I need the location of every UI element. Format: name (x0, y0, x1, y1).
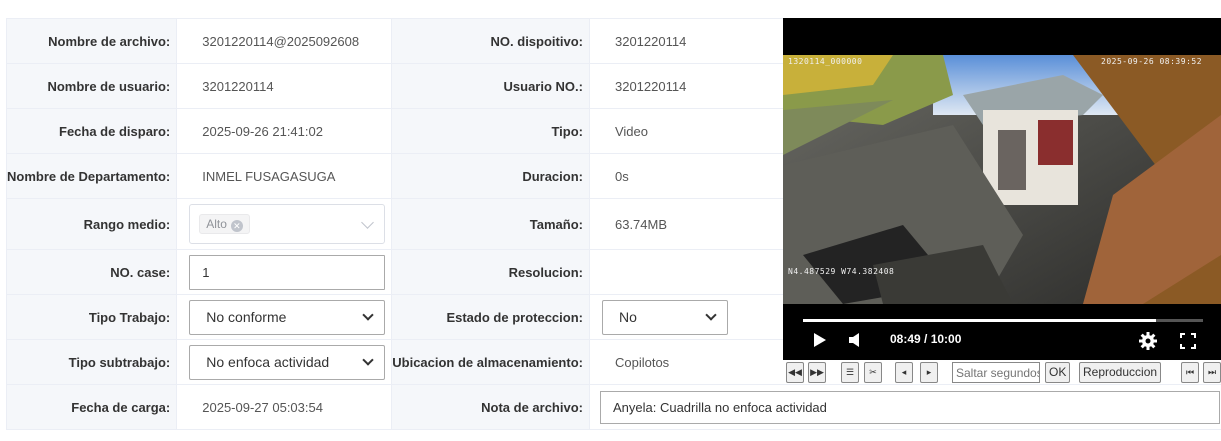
note-cell (588, 384, 1221, 430)
osd-device-id: 1320114_000000 (788, 57, 863, 66)
case-no-label: NO. case: (5, 249, 178, 295)
range-multiselect[interactable]: Alto ✕ (189, 204, 386, 244)
volume-icon[interactable] (849, 333, 859, 347)
resolution-label: Resolucion: (391, 249, 590, 295)
skip-end-icon[interactable]: ⏭ (1203, 362, 1221, 383)
range-label: Rango medio: (5, 198, 178, 250)
player-toolbar: ◀◀ ▶▶ ☰ ✂ ◂ ▸ OK Reproduccion ⏮ ⏭ (783, 360, 1221, 384)
trigger-date-label: Fecha de disparo: (5, 108, 178, 154)
filename-label: Nombre de archivo: (5, 18, 178, 64)
work-subtype-label: Tipo subtrabajo: (5, 339, 178, 385)
protection-selected: No (618, 308, 637, 325)
case-no-input[interactable] (189, 254, 386, 290)
video-player[interactable]: 1320114_000000 2025-09-26 08:39:52 N4.48… (783, 18, 1221, 360)
chevron-down-icon (705, 308, 717, 321)
work-type-select[interactable]: No conforme (189, 299, 386, 335)
chevron-down-icon (362, 308, 374, 321)
playback-button[interactable]: Reproduccion (1079, 362, 1162, 383)
trigger-date-value: 2025-09-26 21:41:02 (176, 108, 393, 154)
osd-timestamp: 2025-09-26 08:39:52 (1101, 57, 1203, 66)
ok-button[interactable]: OK (1045, 362, 1071, 383)
video-frame[interactable]: 1320114_000000 2025-09-26 08:39:52 N4.48… (783, 55, 1221, 304)
work-subtype-select[interactable]: No enfoca actividad (189, 344, 386, 380)
upload-date-value: 2025-09-27 05:03:54 (176, 384, 393, 430)
work-type-cell: No conforme (176, 294, 393, 340)
tag-close-icon[interactable]: ✕ (230, 220, 243, 232)
work-subtype-selected: No enfoca actividad (206, 353, 330, 370)
device-no-label: NO. dispoitivo: (391, 18, 590, 64)
user-no-label: Usuario NO.: (391, 63, 590, 109)
seek-seconds-input[interactable] (952, 362, 1040, 383)
progress-fill (803, 319, 1156, 322)
work-subtype-cell: No enfoca actividad (176, 339, 393, 385)
duration-label: Duracion: (391, 153, 590, 199)
range-tag: Alto ✕ (199, 214, 250, 234)
skip-start-icon[interactable]: ⏮ (1181, 362, 1199, 383)
prev-frame-icon[interactable]: ◂ (895, 362, 913, 383)
protection-select[interactable]: No (601, 299, 728, 335)
list-icon[interactable]: ☰ (841, 362, 859, 383)
time-display: 08:49 / 10:00 (890, 332, 962, 346)
work-type-selected: No conforme (206, 308, 287, 325)
range-tag-label: Alto (206, 217, 227, 231)
rewind-icon[interactable]: ◀◀ (786, 362, 804, 383)
work-type-label: Tipo Trabajo: (5, 294, 178, 340)
row-upload-date: Fecha de carga: 2025-09-27 05:03:54 Nota… (5, 384, 1221, 430)
storage-label: Ubicacion de almacenamiento: (391, 339, 590, 385)
filename-value: 3201220114@2025092608 (176, 18, 393, 64)
gear-icon[interactable] (1139, 332, 1157, 350)
player-controls: 08:49 / 10:00 (783, 304, 1221, 360)
username-label: Nombre de usuario: (5, 63, 178, 109)
next-frame-icon[interactable]: ▸ (920, 362, 938, 383)
chevron-down-icon (362, 353, 374, 366)
note-label: Nota de archivo: (391, 384, 590, 430)
case-no-cell (176, 249, 393, 295)
department-value: INMEL FUSAGASUGA (176, 153, 393, 199)
play-icon[interactable] (814, 333, 826, 347)
upload-date-label: Fecha de carga: (5, 384, 178, 430)
department-label: Nombre de Departamento: (5, 153, 178, 199)
osd-coordinates: N4.487529 W74.382408 (788, 267, 895, 276)
size-label: Tamaño: (391, 198, 590, 250)
fullscreen-icon[interactable] (1180, 333, 1196, 349)
scissors-icon[interactable]: ✂ (864, 362, 882, 383)
chevron-down-icon (361, 216, 375, 229)
username-value: 3201220114 (176, 63, 393, 109)
type-label: Tipo: (391, 108, 590, 154)
note-input[interactable] (599, 390, 1220, 424)
protection-label: Estado de proteccion: (391, 294, 590, 340)
fast-forward-icon[interactable]: ▶▶ (808, 362, 826, 383)
range-cell: Alto ✕ (176, 198, 393, 250)
progress-bar[interactable] (803, 319, 1203, 322)
